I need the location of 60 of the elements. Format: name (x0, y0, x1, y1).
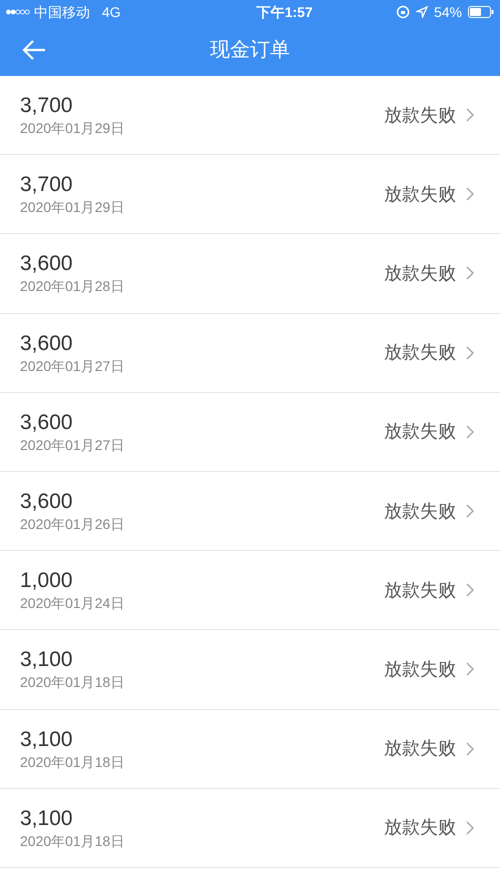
order-date: 2020年01月18日 (20, 752, 124, 771)
order-amount: 1,000 (20, 568, 74, 594)
chevron-right-icon (466, 187, 474, 202)
order-row[interactable]: 3,100 2020年01月18日 放款失败 (0, 630, 500, 710)
battery-icon (468, 6, 494, 18)
network-text: 4G (102, 2, 121, 22)
order-row[interactable]: 3,600 2020年01月27日 放款失败 (0, 392, 500, 472)
chevron-right-icon (466, 820, 474, 835)
order-status: 放款失败 (384, 420, 456, 444)
chevron-right-icon (466, 504, 474, 518)
battery-text: 54% (434, 2, 462, 22)
order-status: 放款失败 (384, 737, 456, 760)
order-status: 放款失败 (384, 341, 456, 364)
order-date: 2020年01月27日 (20, 356, 124, 375)
chevron-right-icon (466, 662, 474, 676)
rotation-lock-icon (396, 5, 410, 19)
order-row[interactable]: 3,700 2020年01月29日 放款失败 (0, 155, 500, 234)
order-amount: 3,600 (20, 410, 74, 436)
order-date: 2020年01月18日 (20, 673, 124, 692)
order-row[interactable]: 1,000 2020年01月24日 放款失败 (0, 551, 500, 630)
order-row[interactable]: 3,600 2020年01月27日 放款失败 (0, 314, 500, 393)
order-status: 放款失败 (384, 578, 456, 602)
order-amount: 3,700 (20, 172, 74, 198)
signal-icon (6, 8, 30, 16)
chevron-right-icon (466, 424, 474, 439)
chevron-right-icon (466, 266, 474, 280)
order-amount: 3,600 (20, 251, 74, 278)
order-status: 放款失败 (384, 104, 456, 127)
chevron-right-icon (466, 583, 474, 598)
order-row[interactable]: 3,700 2020年01月29日 放款失败 (0, 76, 500, 156)
chevron-right-icon (466, 108, 474, 122)
order-amount: 3,600 (20, 489, 74, 516)
order-status: 放款失败 (384, 658, 456, 681)
order-date: 2020年01月24日 (20, 594, 124, 612)
order-date: 2020年01月27日 (20, 436, 124, 454)
time-text: 下午1:57 (256, 2, 313, 22)
order-status: 放款失败 (384, 262, 456, 285)
order-date: 2020年01月29日 (20, 119, 124, 138)
page-title: 现金订单 (210, 38, 290, 63)
order-row[interactable]: 3,600 2020年01月28日 放款失败 (0, 234, 500, 314)
order-amount: 3,700 (20, 93, 74, 120)
order-row[interactable]: 3,600 2020年01月26日 放款失败 (0, 472, 500, 552)
order-date: 2020年01月29日 (20, 198, 124, 216)
chevron-right-icon (466, 742, 474, 756)
location-icon (416, 6, 428, 18)
carrier-text: 中国移动 (34, 2, 90, 22)
order-amount: 3,100 (20, 647, 74, 674)
order-row[interactable]: 3,100 2020年01月18日 放款失败 (0, 710, 500, 789)
order-row[interactable]: 3,100 2020年01月18日 放款失败 (0, 788, 500, 868)
order-date: 2020年01月18日 (20, 832, 124, 850)
order-amount: 3,600 (20, 330, 74, 357)
order-amount: 3,100 (20, 806, 74, 832)
order-status: 放款失败 (384, 816, 456, 840)
order-amount: 3,100 (20, 726, 74, 753)
back-arrow-icon (22, 39, 46, 61)
order-status: 放款失败 (384, 500, 456, 523)
order-date: 2020年01月26日 (20, 515, 124, 534)
chevron-right-icon (466, 346, 474, 360)
order-date: 2020年01月28日 (20, 277, 124, 296)
order-status: 放款失败 (384, 182, 456, 206)
